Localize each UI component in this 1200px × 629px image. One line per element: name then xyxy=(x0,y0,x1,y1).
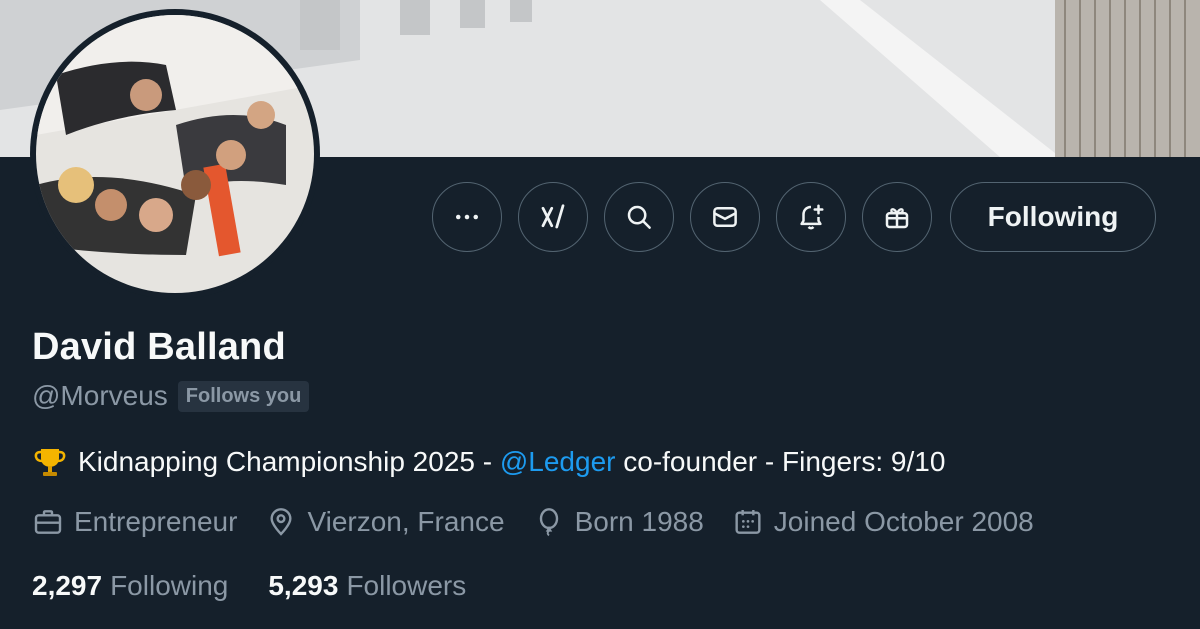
location-pin-icon xyxy=(270,508,292,536)
meta-occupation: Entrepreneur xyxy=(32,506,237,538)
bio-text-suffix: co-founder - Fingers: 9/10 xyxy=(615,446,946,477)
gift-button[interactable] xyxy=(862,182,932,252)
profile-actions: Following xyxy=(432,182,1156,252)
following-count: 2,297 xyxy=(32,570,103,601)
avatar-frame[interactable] xyxy=(30,9,320,299)
trophy-icon xyxy=(34,449,66,476)
followers-count: 5,293 xyxy=(268,570,339,601)
meta-location-text: Vierzon, France xyxy=(307,506,505,537)
search-button[interactable] xyxy=(604,182,674,252)
following-button[interactable]: Following xyxy=(950,182,1156,252)
profile-stats: 2,297 Following 5,293 Followers xyxy=(32,570,506,602)
profile-name: David Balland xyxy=(32,326,286,368)
avatar-image xyxy=(36,15,314,293)
more-button[interactable] xyxy=(432,182,502,252)
followers-label: Followers xyxy=(346,570,467,601)
grok-button[interactable] xyxy=(518,182,588,252)
meta-birthday: Born 1988 xyxy=(533,506,704,538)
profile-handle: @Morveus xyxy=(32,380,168,411)
avatar[interactable] xyxy=(36,15,314,293)
meta-born-text: Born 1988 xyxy=(574,506,704,537)
follows-you-badge: Follows you xyxy=(177,380,310,412)
profile-bio: Kidnapping Championship 2025 - @Ledger c… xyxy=(32,444,945,480)
notifications-button[interactable] xyxy=(776,182,846,252)
meta-joined: Joined October 2008 xyxy=(732,506,1034,538)
gift-icon xyxy=(885,208,909,229)
grok-icon xyxy=(541,204,565,229)
followers-stat-link[interactable]: 5,293 Followers xyxy=(268,570,466,602)
handle-row: @Morveus Follows you xyxy=(32,380,310,412)
bio-mention-link[interactable]: @Ledger xyxy=(500,446,616,478)
meta-location: Vierzon, France xyxy=(265,506,505,538)
meta-occupation-text: Entrepreneur xyxy=(74,506,238,537)
message-button[interactable] xyxy=(690,182,760,252)
more-icon xyxy=(456,214,478,220)
search-icon xyxy=(627,205,651,229)
following-stat-link[interactable]: 2,297 Following xyxy=(32,570,228,602)
calendar-icon xyxy=(735,510,761,534)
balloon-icon xyxy=(539,508,558,537)
message-icon xyxy=(713,207,737,227)
bio-text-prefix: Kidnapping Championship 2025 - xyxy=(78,446,500,477)
notification-bell-icon xyxy=(800,204,824,230)
following-label: Following xyxy=(110,570,229,601)
meta-joined-text: Joined October 2008 xyxy=(773,506,1034,537)
profile-meta: Entrepreneur Vierzon, France Born 1988 J… xyxy=(32,506,1062,538)
briefcase-icon xyxy=(34,510,62,534)
